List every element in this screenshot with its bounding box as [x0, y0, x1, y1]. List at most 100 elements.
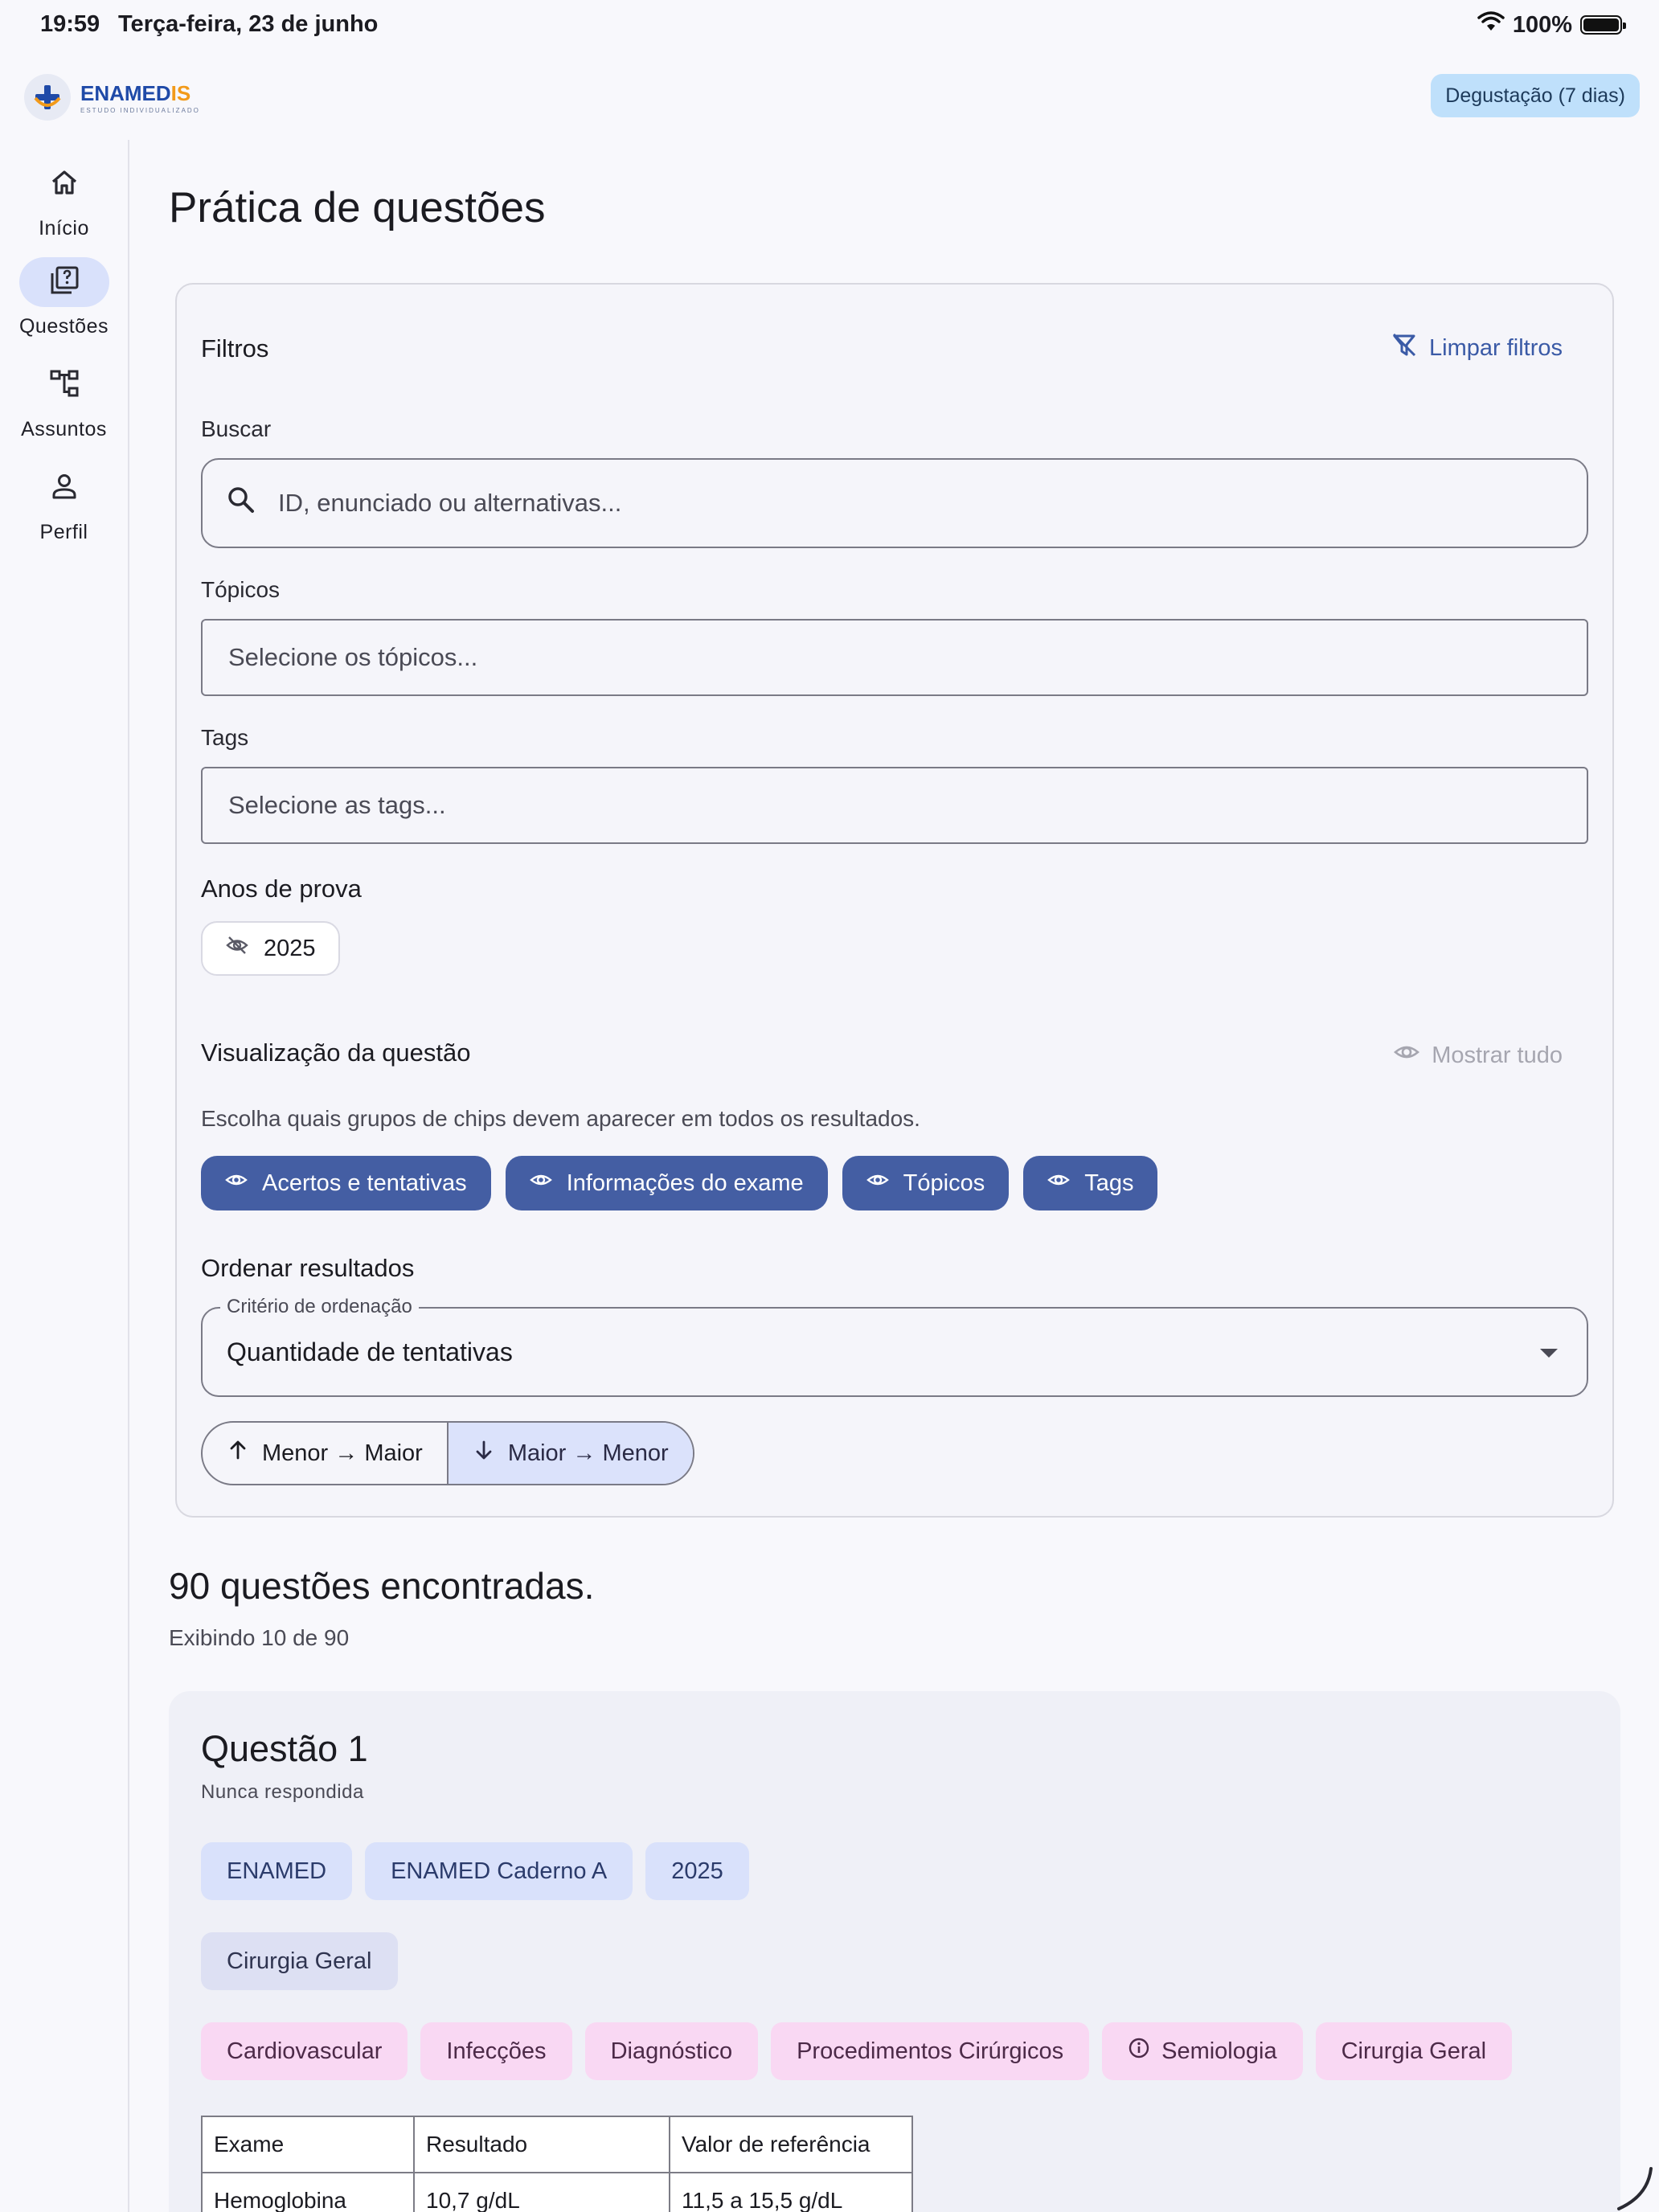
exam-chip-row: ENAMED ENAMED Caderno A 2025 [201, 1842, 749, 1900]
question-title: Questão 1 [201, 1728, 368, 1769]
search-label: Buscar [201, 416, 272, 441]
vis-chip-label: Tags [1084, 1169, 1134, 1196]
eye-off-icon [225, 933, 249, 964]
eye-icon [1047, 1169, 1071, 1198]
vis-chip-topicos[interactable]: Tópicos [842, 1156, 1010, 1210]
nav-item-questoes[interactable]: Questões [0, 257, 128, 338]
search-input[interactable]: ID, enunciado ou alternativas... [201, 458, 1588, 548]
scroll-indicator-icon[interactable] [1608, 2164, 1656, 2212]
order-criterion-label: Critério de ordenação [220, 1296, 419, 1318]
nav-label: Início [39, 217, 89, 240]
filters-title: Filtros [201, 334, 269, 363]
order-asc-label: Menor → Maior [262, 1440, 423, 1466]
arrow-down-icon [473, 1439, 495, 1468]
nav-label: Perfil [39, 521, 88, 543]
topics-placeholder: Selecione os tópicos... [228, 643, 478, 671]
visualization-chip-group: Acertos e tentativas Informações do exam… [201, 1156, 1158, 1210]
visualization-helper-text: Escolha quais grupos de chips devem apar… [201, 1106, 920, 1131]
nav-label: Questões [18, 315, 109, 338]
tag-chip-semiologia[interactable]: Semiologia [1102, 2022, 1303, 2080]
clear-filters-label: Limpar filtros [1429, 334, 1563, 361]
topic-chip[interactable]: Cirurgia Geral [201, 1932, 398, 1990]
logo-cross-icon [24, 74, 71, 121]
logo-title: ENAMED [80, 80, 171, 105]
show-all-button[interactable]: Mostrar tudo [1393, 1038, 1563, 1072]
page-title: Prática de questões [169, 184, 546, 231]
navigation-rail: Início Questões Assuntos Perfil [0, 140, 129, 2212]
year-filter-chip[interactable]: 2025 [201, 921, 340, 976]
results-count: 90 questões encontradas. [169, 1565, 595, 1607]
tag-chip[interactable]: Diagnóstico [584, 2022, 759, 2080]
battery-icon [1580, 15, 1626, 35]
exam-chip[interactable]: ENAMED Caderno A [365, 1842, 633, 1900]
arrow-up-icon [227, 1439, 249, 1468]
tags-select[interactable]: Selecione as tags... [201, 767, 1588, 844]
filters-card: Filtros Limpar filtros Buscar ID, enunci… [175, 283, 1614, 1518]
dropdown-arrow-icon [1540, 1349, 1558, 1358]
eye-icon [225, 1169, 248, 1198]
years-title: Anos de prova [201, 875, 362, 903]
battery-percent: 100% [1512, 11, 1572, 38]
show-all-label: Mostrar tudo [1432, 1042, 1563, 1068]
info-icon [1128, 2037, 1150, 2066]
table-header: Exame [201, 2116, 415, 2173]
vis-chip-acertos[interactable]: Acertos e tentativas [201, 1156, 491, 1210]
top-app-bar: ENAMEDIS ESTUDO INDIVIDUALIZADO Degustaç… [0, 51, 1659, 140]
vis-chip-label: Tópicos [903, 1169, 985, 1196]
trial-badge[interactable]: Degustação (7 dias) [1431, 74, 1640, 117]
status-indicators: 100% [1477, 11, 1626, 39]
app-logo[interactable]: ENAMEDIS ESTUDO INDIVIDUALIZADO [24, 74, 200, 121]
tags-label: Tags [201, 725, 249, 750]
wifi-icon [1477, 11, 1505, 39]
topic-chip-row: Cirurgia Geral [201, 1932, 398, 1990]
vis-chip-exame[interactable]: Informações do exame [505, 1156, 828, 1210]
year-chip-label: 2025 [264, 935, 316, 961]
results-subtitle: Exibindo 10 de 90 [169, 1625, 350, 1650]
table-header: Valor de referência [669, 2116, 913, 2173]
vis-chip-label: Informações do exame [566, 1169, 804, 1196]
topics-select[interactable]: Selecione os tópicos... [201, 619, 1588, 696]
vis-chip-label: Acertos e tentativas [262, 1169, 467, 1196]
nav-item-perfil[interactable]: Perfil [0, 463, 128, 544]
home-icon [48, 166, 80, 203]
person-icon [48, 470, 80, 506]
eye-icon [1393, 1038, 1420, 1072]
nav-label: Assuntos [21, 418, 107, 440]
question-card[interactable]: Questão 1 Nunca respondida ENAMED ENAMED… [169, 1691, 1620, 2212]
topics-label: Tópicos [201, 577, 281, 602]
tag-chip[interactable]: Cardiovascular [201, 2022, 408, 2080]
vis-chip-tags[interactable]: Tags [1023, 1156, 1158, 1210]
order-criterion-value: Quantidade de tentativas [227, 1337, 513, 1366]
eye-icon [529, 1169, 552, 1198]
order-asc-button[interactable]: Menor → Maior [203, 1423, 447, 1484]
status-bar: 19:59 Terça-feira, 23 de junho 100% [0, 0, 1659, 51]
nav-item-assuntos[interactable]: Assuntos [0, 360, 128, 441]
status-date: Terça-feira, 23 de junho [118, 11, 379, 37]
table-row: Hemoglobina 10,7 g/dL 11,5 a 15,5 g/dL [201, 2172, 913, 2212]
order-desc-label: Maior → Menor [507, 1440, 669, 1466]
table-cell: 10,7 g/dL [413, 2172, 670, 2212]
order-direction-toggle: Menor → Maior Maior → Menor [201, 1421, 694, 1485]
table-cell: 11,5 a 15,5 g/dL [669, 2172, 913, 2212]
tags-placeholder: Selecione as tags... [228, 791, 446, 819]
tag-chip[interactable]: Procedimentos Cirúrgicos [771, 2022, 1090, 2080]
exam-chip[interactable]: 2025 [645, 1842, 749, 1900]
quiz-icon [48, 264, 80, 301]
clear-filters-button[interactable]: Limpar filtros [1391, 331, 1563, 365]
logo-title-accent: IS [170, 80, 191, 105]
order-desc-button[interactable]: Maior → Menor [446, 1423, 693, 1484]
status-time: 19:59 [40, 11, 100, 37]
table-cell: Hemoglobina [201, 2172, 415, 2212]
visualization-title: Visualização da questão [201, 1038, 471, 1067]
exam-results-table: Exame Resultado Valor de referência Hemo… [201, 2116, 913, 2212]
tag-chip-row: Cardiovascular Infecções Diagnóstico Pro… [201, 2022, 1513, 2080]
logo-subtitle: ESTUDO INDIVIDUALIZADO [80, 106, 200, 114]
tag-chip[interactable]: Infecções [420, 2022, 572, 2080]
exam-chip[interactable]: ENAMED [201, 1842, 353, 1900]
filter-off-icon [1391, 331, 1418, 365]
tag-chip[interactable]: Cirurgia Geral [1315, 2022, 1513, 2080]
order-criterion-select[interactable]: Critério de ordenação Quantidade de tent… [201, 1296, 1588, 1397]
search-icon [225, 484, 257, 522]
nav-item-inicio[interactable]: Início [0, 159, 128, 240]
tag-chip-label: Semiologia [1161, 2038, 1277, 2064]
